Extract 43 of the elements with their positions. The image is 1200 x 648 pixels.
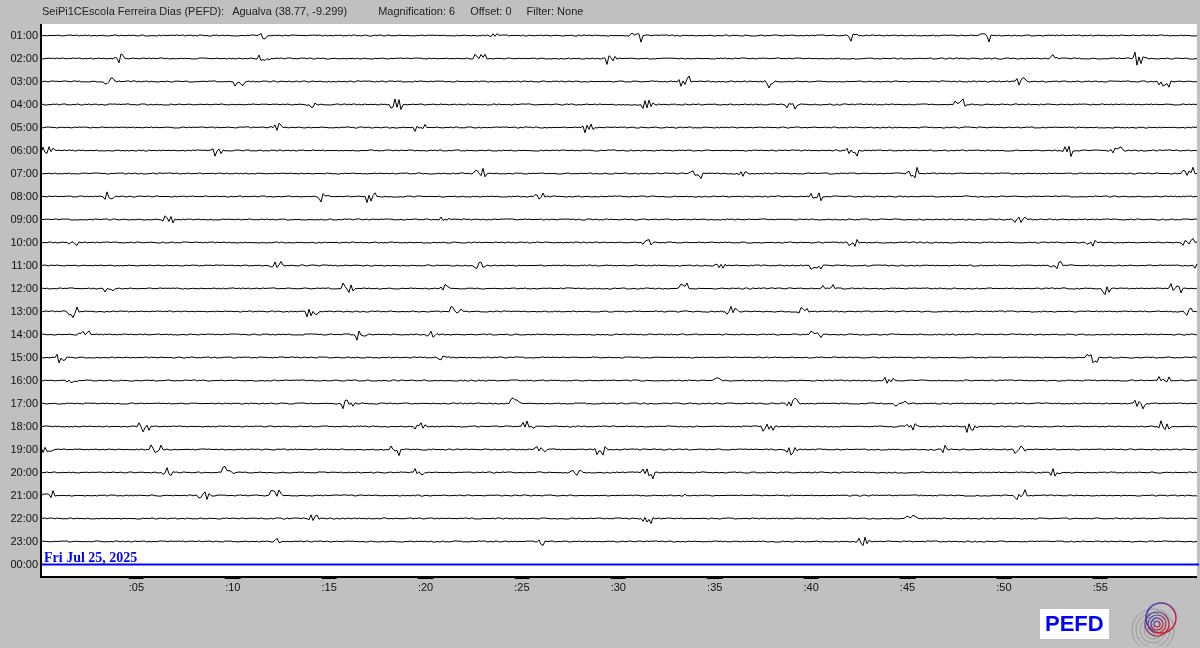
minute-tick-label: :20	[417, 578, 434, 593]
hour-label: 06:00	[10, 143, 38, 159]
hour-label: 14:00	[10, 327, 38, 343]
hour-label: 13:00	[10, 304, 38, 320]
station-location: Agualva (38.77, -9.299)	[232, 3, 348, 19]
hour-label: 09:00	[10, 212, 38, 228]
hour-label: 19:00	[10, 442, 38, 458]
minute-tick-label: :40	[803, 578, 819, 593]
hour-label: 15:00	[10, 350, 38, 366]
minute-tick-label: :30	[610, 578, 626, 593]
station-name: SeiPi1CEscola Ferreira Dias (PEFD):	[42, 3, 225, 19]
hour-label: 20:00	[10, 465, 38, 481]
minute-tick-label: :35	[707, 578, 723, 593]
hour-label: 00:00	[10, 557, 38, 573]
hour-label: 21:00	[10, 488, 38, 504]
offset-label: Offset: 0	[470, 3, 512, 19]
date-label: Fri Jul 25, 2025	[44, 551, 138, 565]
hour-label: 10:00	[10, 235, 38, 251]
minute-tick-label: :55	[1092, 578, 1108, 593]
minute-tick-label: :45	[899, 578, 916, 593]
hour-label: 05:00	[10, 120, 38, 136]
hour-label: 16:00	[10, 373, 38, 389]
hour-label: 03:00	[10, 74, 38, 90]
hour-label: 08:00	[10, 189, 38, 205]
hour-label: 12:00	[10, 281, 38, 297]
minute-tick-label: :25	[514, 578, 530, 593]
minute-tick-label: :50	[996, 578, 1012, 593]
hour-label: 02:00	[10, 51, 38, 67]
hour-label: 11:00	[11, 258, 38, 274]
hour-label: 18:00	[10, 419, 38, 435]
hour-label: 22:00	[10, 511, 38, 527]
seismic-logo-icon	[1130, 602, 1179, 646]
hour-label: 23:00	[10, 534, 38, 550]
minute-tick-label: :05	[128, 578, 145, 593]
magnification-label: Magnification: 6	[378, 3, 456, 19]
minute-tick-label: :15	[321, 578, 337, 593]
station-code-label: PEFD	[1040, 609, 1109, 639]
hour-label: 04:00	[10, 97, 38, 113]
filter-label: Filter: None	[526, 3, 584, 19]
hour-label: 01:00	[10, 28, 38, 44]
hour-label: 17:00	[10, 396, 38, 412]
hour-label: 07:00	[10, 166, 38, 182]
minute-tick-label: :10	[225, 578, 241, 593]
